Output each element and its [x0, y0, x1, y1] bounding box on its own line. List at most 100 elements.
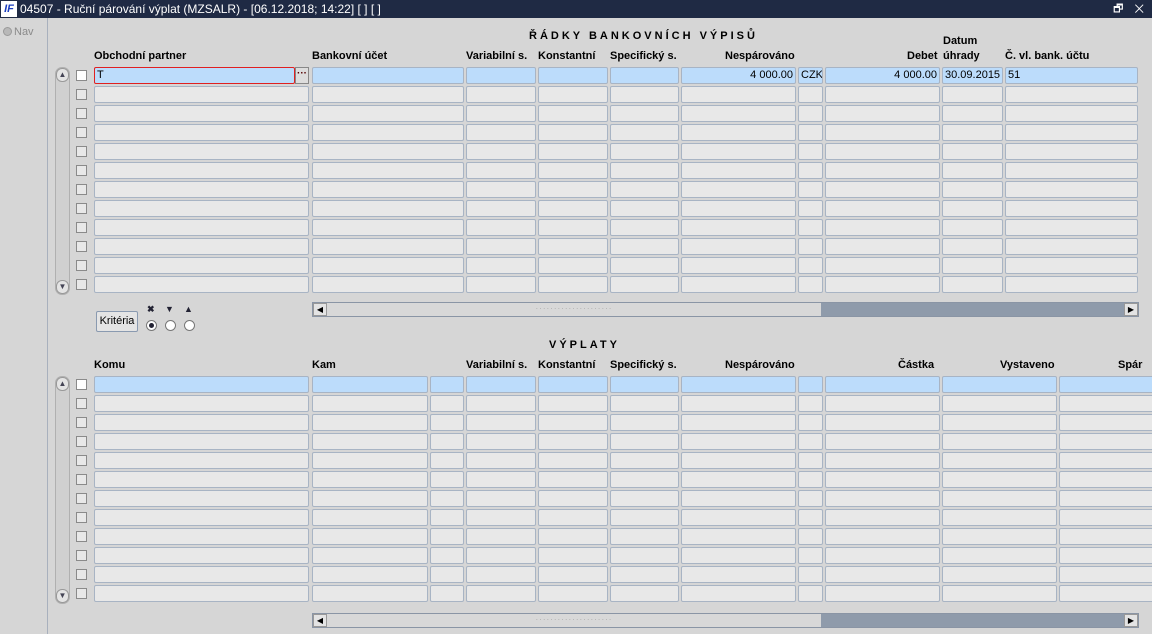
cell-cur[interactable]: [798, 376, 823, 393]
cell-debet[interactable]: [825, 276, 940, 293]
cell-cislo[interactable]: [1005, 276, 1138, 293]
cell-spec[interactable]: [610, 566, 679, 583]
cell-x[interactable]: [430, 433, 464, 450]
cell-var[interactable]: [466, 566, 536, 583]
cell-spec[interactable]: [610, 395, 679, 412]
cell-partner[interactable]: [94, 181, 309, 198]
cell-nespar[interactable]: [681, 200, 796, 217]
cell-x[interactable]: [430, 585, 464, 602]
cell-spec[interactable]: [610, 509, 679, 526]
cell-kam[interactable]: [312, 452, 428, 469]
cell-account[interactable]: [312, 124, 464, 141]
window-controls[interactable]: 🗗 ✕: [1113, 0, 1148, 18]
cell-nespar[interactable]: [681, 86, 796, 103]
cell-komu[interactable]: [94, 414, 309, 431]
row-checkbox[interactable]: [76, 203, 87, 214]
row-checkbox[interactable]: [76, 531, 87, 542]
cell-spec[interactable]: [610, 124, 679, 141]
row-checkbox[interactable]: [76, 260, 87, 271]
cell-nespar[interactable]: [681, 395, 796, 412]
cell-nespar[interactable]: [681, 162, 796, 179]
horizontal-scrollbar[interactable]: ◀ ····················· ▶: [312, 302, 1139, 317]
scroll-up-button[interactable]: ▲: [56, 377, 69, 391]
cell-spec[interactable]: [610, 238, 679, 255]
cell-var[interactable]: [466, 395, 536, 412]
cell-partner[interactable]: [94, 124, 309, 141]
scroll-right-button[interactable]: ▶: [1124, 614, 1138, 627]
cell-konst[interactable]: [538, 86, 608, 103]
cell-nespar[interactable]: [681, 490, 796, 507]
cell-kam[interactable]: [312, 395, 428, 412]
cell-partner[interactable]: [94, 219, 309, 236]
cell-cur[interactable]: [798, 238, 823, 255]
cell-vystaveno[interactable]: [942, 414, 1057, 431]
cell-var[interactable]: [466, 547, 536, 564]
row-checkbox[interactable]: [76, 569, 87, 580]
cell-x[interactable]: [430, 395, 464, 412]
cell-account[interactable]: [312, 86, 464, 103]
cell-cislo[interactable]: [1005, 257, 1138, 274]
criteria-button[interactable]: Kritéria: [96, 311, 138, 332]
cell-konst[interactable]: [538, 452, 608, 469]
cell-nespar[interactable]: [681, 509, 796, 526]
cell-konst[interactable]: [538, 124, 608, 141]
cell-cur[interactable]: [798, 200, 823, 217]
cell-kam[interactable]: [312, 509, 428, 526]
cell-x[interactable]: [430, 547, 464, 564]
cell-var[interactable]: [466, 257, 536, 274]
cell-vystaveno[interactable]: [942, 509, 1057, 526]
cell-x[interactable]: [430, 566, 464, 583]
cell-vystaveno[interactable]: [942, 547, 1057, 564]
cell-spar[interactable]: [1059, 433, 1152, 450]
scroll-up-button[interactable]: ▲: [56, 68, 69, 82]
cell-spec[interactable]: [610, 162, 679, 179]
cell-castka[interactable]: [825, 509, 940, 526]
cell-var[interactable]: [466, 433, 536, 450]
vertical-scrollbar[interactable]: ▲ ▼: [55, 376, 70, 604]
cell-account[interactable]: [312, 181, 464, 198]
cell-kam[interactable]: [312, 547, 428, 564]
cell-cislo[interactable]: [1005, 200, 1138, 217]
cell-vystaveno[interactable]: [942, 585, 1057, 602]
cell-komu[interactable]: [94, 490, 309, 507]
cell-var[interactable]: [466, 219, 536, 236]
cell-nespar[interactable]: [681, 143, 796, 160]
cell-spar[interactable]: [1059, 471, 1152, 488]
cell-kam[interactable]: [312, 433, 428, 450]
cell-cur[interactable]: [798, 143, 823, 160]
cell-debet[interactable]: [825, 257, 940, 274]
scroll-down-button[interactable]: ▼: [56, 589, 69, 603]
cell-cislo[interactable]: [1005, 219, 1138, 236]
cell-spec[interactable]: [610, 433, 679, 450]
cell-cislo[interactable]: [1005, 162, 1138, 179]
cell-x[interactable]: [430, 490, 464, 507]
cell-cur[interactable]: [798, 181, 823, 198]
cell-debet[interactable]: [825, 219, 940, 236]
cell-debet[interactable]: [825, 200, 940, 217]
row-checkbox[interactable]: [76, 222, 87, 233]
cell-cur[interactable]: [798, 528, 823, 545]
cell-spar[interactable]: [1059, 528, 1152, 545]
cell-kam[interactable]: [312, 585, 428, 602]
cell-spar[interactable]: [1059, 490, 1152, 507]
cell-cur[interactable]: [798, 124, 823, 141]
row-checkbox[interactable]: [76, 241, 87, 252]
cell-nespar[interactable]: [681, 181, 796, 198]
cell-kam[interactable]: [312, 414, 428, 431]
cell-komu[interactable]: [94, 566, 309, 583]
cell-datum[interactable]: 30.09.2015: [942, 67, 1003, 84]
cell-spec[interactable]: [610, 585, 679, 602]
cell-spar[interactable]: [1059, 395, 1152, 412]
cell-castka[interactable]: [825, 471, 940, 488]
cell-spec[interactable]: [610, 528, 679, 545]
cell-cur[interactable]: [798, 452, 823, 469]
cell-cur[interactable]: [798, 219, 823, 236]
cell-account[interactable]: [312, 257, 464, 274]
cell-konst[interactable]: [538, 509, 608, 526]
cell-datum[interactable]: [942, 238, 1003, 255]
cell-var[interactable]: [466, 200, 536, 217]
cell-cislo[interactable]: [1005, 238, 1138, 255]
cell-nespar[interactable]: [681, 414, 796, 431]
horizontal-scrollbar[interactable]: ◀ ····················· ▶: [312, 613, 1139, 628]
row-checkbox[interactable]: [76, 588, 87, 599]
